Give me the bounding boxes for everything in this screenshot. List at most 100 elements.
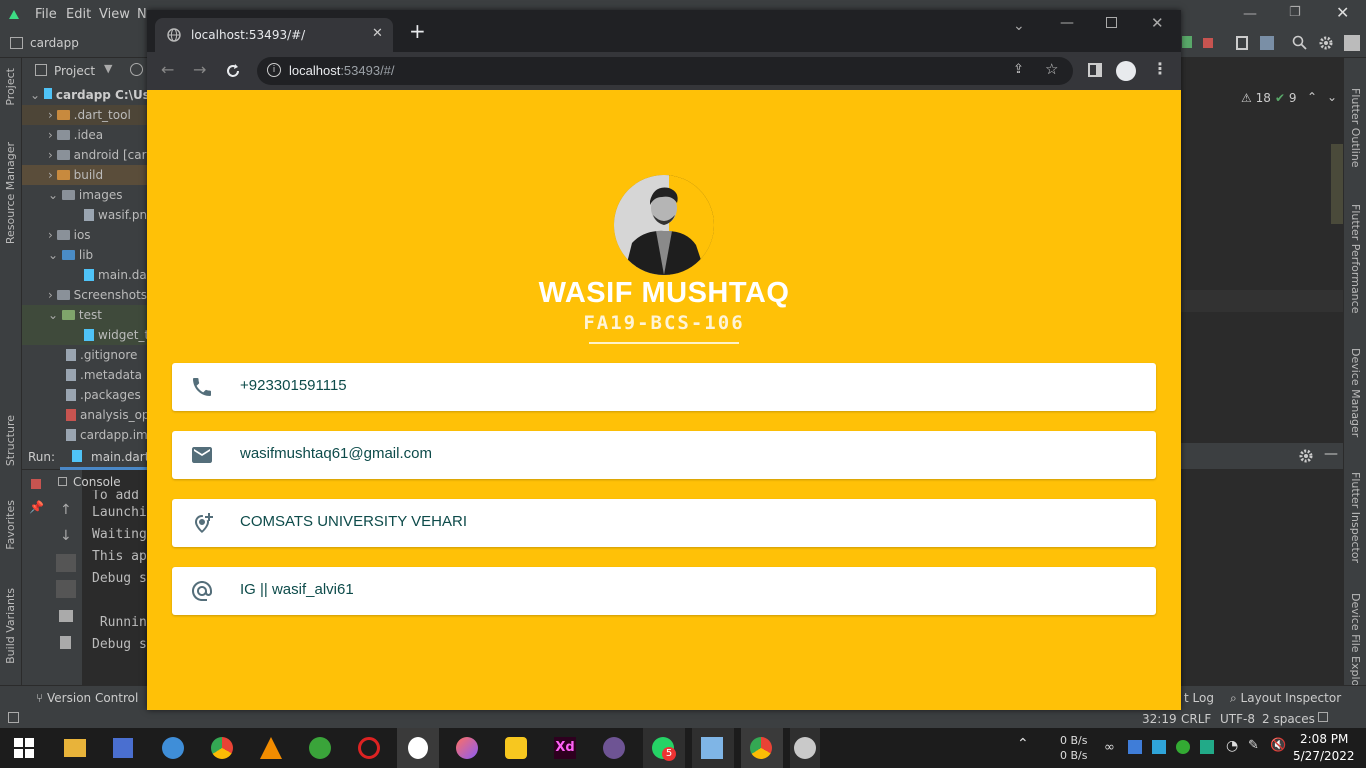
toggle-tool-windows-icon[interactable] (8, 712, 19, 723)
tree-item-packages[interactable]: .packages (22, 385, 147, 405)
window-maximize-button[interactable] (1106, 17, 1117, 28)
chrome-icon[interactable] (211, 737, 233, 759)
tree-item-idea[interactable]: › .idea (22, 125, 147, 145)
chevron-up-icon[interactable]: ⌃ (1017, 736, 1029, 752)
line-separator[interactable]: CRLF (1181, 712, 1211, 726)
volume-muted-icon[interactable]: 🔇 (1270, 738, 1286, 753)
ie-browser-icon[interactable] (162, 737, 184, 759)
pen-icon[interactable]: ✎ (1248, 738, 1259, 753)
clock-time[interactable]: 2:08 PM (1300, 732, 1348, 746)
project-breadcrumb[interactable]: cardapp (30, 36, 79, 50)
scroll-to-end-icon[interactable] (56, 580, 76, 598)
window-minimize-button[interactable]: — (1060, 15, 1074, 31)
tool-tab-device-file-explorer[interactable]: Device File Explor (1349, 593, 1362, 691)
tray-app-icon-2[interactable] (1152, 740, 1166, 754)
tray-app-icon[interactable] (1128, 740, 1142, 754)
tool-tab-flutter-outline[interactable]: Flutter Outline (1349, 88, 1362, 168)
tree-item-gitignore[interactable]: .gitignore (22, 345, 147, 365)
tree-item-lib[interactable]: ⌄ lib (22, 245, 147, 265)
ide-close-button[interactable]: ✕ (1336, 3, 1349, 22)
tool-tab-favorites[interactable]: Favorites (4, 500, 17, 550)
run-config-tab[interactable]: main.dart (91, 450, 149, 464)
contact-card-email[interactable]: wasifmushtaq61@gmail.com (172, 431, 1156, 479)
tree-item-root[interactable]: ⌄ cardapp C:\Use (22, 85, 147, 105)
tool-tab-device-manager[interactable]: Device Manager (1349, 348, 1362, 437)
tree-item-cardapp-iml[interactable]: cardapp.iml (22, 425, 147, 445)
globe-app-icon[interactable] (309, 737, 331, 759)
wifi-icon[interactable]: ◔ (1226, 738, 1238, 754)
settings-gear-icon[interactable] (1298, 448, 1314, 464)
tool-tab-project[interactable]: Project (4, 68, 17, 106)
trash-icon[interactable] (60, 636, 71, 649)
hide-panel-icon[interactable]: — (1324, 446, 1338, 462)
lock-icon[interactable] (1318, 712, 1328, 722)
layout-inspector-tab[interactable]: ⌕ Layout Inspector (1230, 691, 1341, 706)
close-tab-icon[interactable]: ✕ (372, 26, 383, 41)
editor-scrollbar[interactable] (1331, 144, 1343, 224)
soft-wrap-icon[interactable] (56, 554, 76, 572)
tool-tab-resource-manager[interactable]: Resource Manager (4, 142, 17, 244)
file-encoding[interactable]: UTF-8 (1220, 712, 1255, 726)
version-control-tab[interactable]: ⑂ Version Control (36, 691, 138, 705)
ide-minimize-button[interactable]: — (1243, 6, 1257, 22)
tree-item-widget-test[interactable]: widget_t (22, 325, 147, 345)
bookmark-star-icon[interactable]: ☆ (1045, 60, 1058, 78)
clock-date[interactable]: 5/27/2022 (1293, 749, 1355, 763)
plex-icon[interactable] (505, 737, 527, 759)
caret-position[interactable]: 32:19 (1142, 712, 1177, 726)
tool-tab-flutter-inspector[interactable]: Flutter Inspector (1349, 472, 1362, 563)
menu-navigate[interactable]: N (137, 7, 147, 22)
chevron-down-icon[interactable]: ⌄ (1327, 90, 1337, 104)
new-tab-button[interactable]: + (409, 21, 426, 41)
ide-restore-button[interactable]: ❐ (1289, 5, 1301, 20)
menu-kebab-icon[interactable]: ⋮ (1152, 59, 1168, 78)
menu-view[interactable]: View (99, 7, 130, 22)
share-icon[interactable]: ⇪ (1013, 62, 1024, 77)
forward-arrow-icon[interactable]: → (193, 60, 206, 79)
window-close-button[interactable]: ✕ (1151, 14, 1164, 32)
arrow-down-icon[interactable]: ↓ (60, 528, 72, 544)
adobe-xd-icon[interactable]: Xd (554, 737, 576, 759)
tree-item-analysis-options[interactable]: analysis_opt (22, 405, 147, 425)
contact-card-phone[interactable]: +923301591115 (172, 363, 1156, 411)
vlc-icon[interactable] (260, 737, 282, 759)
contact-card-location[interactable]: COMSATS UNIVERSITY VEHARI (172, 499, 1156, 547)
link-icon[interactable]: ∞ (1104, 740, 1115, 755)
store-icon[interactable] (113, 738, 133, 758)
reload-icon[interactable] (225, 63, 241, 79)
chevron-down-icon[interactable]: ▼ (104, 62, 112, 75)
pin-icon[interactable]: 📌 (29, 500, 44, 514)
print-icon[interactable] (59, 610, 73, 622)
tool-tab-flutter-performance[interactable]: Flutter Performance (1349, 204, 1362, 313)
profile-avatar-icon[interactable] (1116, 61, 1136, 81)
run-icon[interactable] (1182, 36, 1192, 48)
account-icon[interactable] (1344, 35, 1360, 51)
windows-start-icon[interactable] (14, 738, 34, 758)
back-arrow-icon[interactable]: ← (161, 60, 174, 79)
tree-item-images[interactable]: ⌄ images (22, 185, 147, 205)
tree-item-screenshots[interactable]: › Screenshots (22, 285, 147, 305)
address-bar[interactable]: i localhost:53493/#/ ⇪ ☆ (257, 57, 1073, 85)
stop-icon[interactable] (31, 479, 41, 489)
arrow-up-icon[interactable]: ↑ (60, 502, 72, 518)
color-app-icon[interactable] (456, 737, 478, 759)
tray-app-icon-3[interactable] (1176, 740, 1190, 754)
side-panel-icon[interactable] (1088, 63, 1102, 77)
device-icon[interactable] (1236, 36, 1248, 50)
locate-icon[interactable] (130, 63, 143, 76)
tab-search-icon[interactable]: ⌄ (1013, 18, 1025, 34)
event-log-tab[interactable]: t Log (1184, 691, 1214, 705)
tool-tab-build-variants[interactable]: Build Variants (4, 588, 17, 664)
app-red-icon[interactable] (358, 737, 380, 759)
warnings-count[interactable]: ⚠ 18 (1241, 91, 1271, 105)
file-explorer-icon[interactable] (64, 739, 86, 757)
tree-item-main-dart[interactable]: main.dar (22, 265, 147, 285)
tool-tab-structure[interactable]: Structure (4, 415, 17, 466)
project-view-selector[interactable]: Project (54, 64, 95, 78)
chevron-up-icon[interactable]: ⌃ (1307, 90, 1317, 104)
tree-item-ios[interactable]: › ios (22, 225, 147, 245)
bluetooth-icon[interactable] (1200, 740, 1214, 754)
tree-item-build[interactable]: › build (22, 165, 147, 185)
tree-item-wasif-png[interactable]: wasif.png (22, 205, 147, 225)
search-icon[interactable] (1292, 35, 1308, 51)
